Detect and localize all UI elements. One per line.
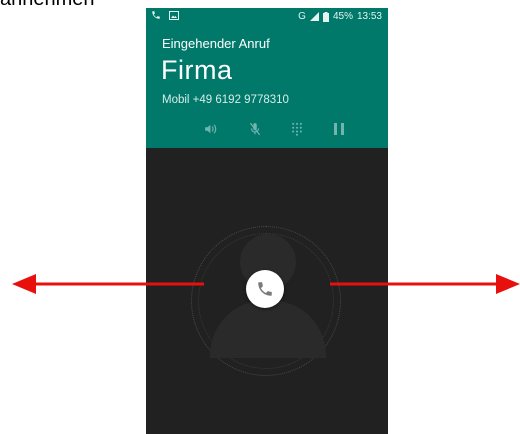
clock: 13:53 [356,11,382,22]
mute-icon[interactable] [249,122,261,136]
answer-call-button[interactable] [246,270,284,308]
battery-percent: 45% [332,11,353,22]
phone-screen: G 45% 13:53 Eingehender Anruf Firma Mobi… [146,8,388,434]
page-caption: annehmen [0,0,95,11]
network-type: G [298,11,306,22]
dialpad-icon[interactable] [291,122,303,136]
phone-answer-icon [258,282,272,296]
pause-icon[interactable] [333,123,344,135]
speaker-icon[interactable] [204,123,218,135]
swipe-left-arrow-icon [12,274,204,294]
swipe-right-arrow-icon [330,274,520,294]
caller-name: Firma [161,55,233,85]
phone-icon [151,10,161,20]
caller-number: Mobil +49 6192 9778310 [162,94,289,106]
call-title: Eingehender Anruf [162,36,270,51]
status-bar: G 45% 13:53 [146,8,388,26]
signal-icon [309,12,319,21]
call-controls [204,121,344,137]
call-header: G 45% 13:53 Eingehender Anruf Firma Mobi… [146,8,388,148]
image-notification-icon [169,10,179,20]
battery-icon [322,11,329,22]
